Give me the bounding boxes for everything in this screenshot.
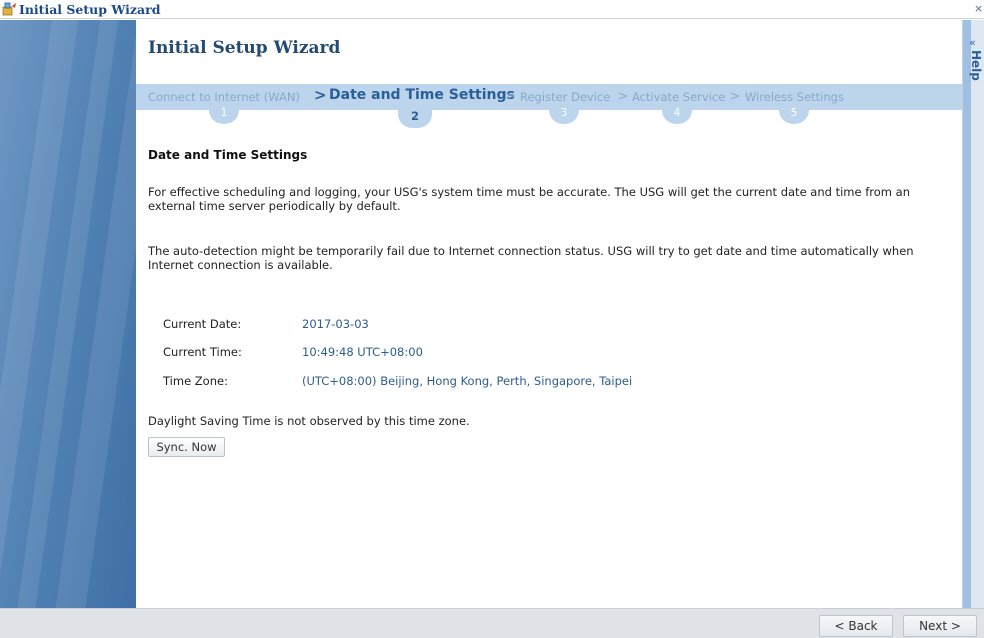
dst-note: Daylight Saving Time is not observed by … xyxy=(148,414,470,428)
step-number-5: 5 xyxy=(779,104,809,124)
step-number-1: 1 xyxy=(209,104,239,124)
step-separator: > xyxy=(314,86,327,104)
time-zone-value: (UTC+08:00) Beijing, Hong Kong, Perth, S… xyxy=(302,374,633,388)
wizard-footer: < Back Next > xyxy=(0,608,984,638)
auto-detection-paragraph: The auto-detection might be temporarily … xyxy=(148,244,914,272)
time-zone-label: Time Zone: xyxy=(163,374,228,388)
close-icon[interactable]: × xyxy=(974,2,984,16)
window-title: Initial Setup Wizard xyxy=(19,2,161,17)
next-button[interactable]: Next > xyxy=(903,615,977,637)
collapse-icon[interactable]: « xyxy=(969,36,976,49)
wizard-content: Initial Setup Wizard Connect to Internet… xyxy=(136,20,962,608)
step-separator: > xyxy=(618,89,629,103)
step-connect-internet: Connect to Internet (WAN) xyxy=(148,90,300,104)
back-button[interactable]: < Back xyxy=(819,615,893,637)
step-number-2: 2 xyxy=(398,104,432,128)
wizard-icon xyxy=(2,2,17,16)
section-title: Date and Time Settings xyxy=(148,148,308,162)
step-date-time: Date and Time Settings xyxy=(329,87,515,103)
intro-paragraph: For effective scheduling and logging, yo… xyxy=(148,185,910,213)
current-time-value: 10:49:48 UTC+08:00 xyxy=(302,345,423,359)
step-register-device: Register Device xyxy=(520,90,611,104)
step-separator: > xyxy=(505,89,516,103)
step-number-4: 4 xyxy=(662,104,692,124)
step-wireless-settings: Wireless Settings xyxy=(745,90,844,104)
help-label[interactable]: Help xyxy=(969,50,983,81)
left-decoration-panel xyxy=(0,20,136,608)
wizard-heading: Initial Setup Wizard xyxy=(148,38,341,58)
help-panel[interactable]: « Help xyxy=(962,20,984,608)
current-date-value: 2017-03-03 xyxy=(302,317,369,331)
current-time-label: Current Time: xyxy=(163,345,242,359)
step-activate-service: Activate Service xyxy=(632,90,726,104)
title-bar: Initial Setup Wizard × xyxy=(0,0,984,19)
help-panel-scrollbar[interactable] xyxy=(963,20,971,608)
sync-now-button[interactable]: Sync. Now xyxy=(148,437,225,457)
current-date-label: Current Date: xyxy=(163,317,242,331)
step-separator: > xyxy=(730,89,741,103)
step-number-3: 3 xyxy=(549,104,579,124)
